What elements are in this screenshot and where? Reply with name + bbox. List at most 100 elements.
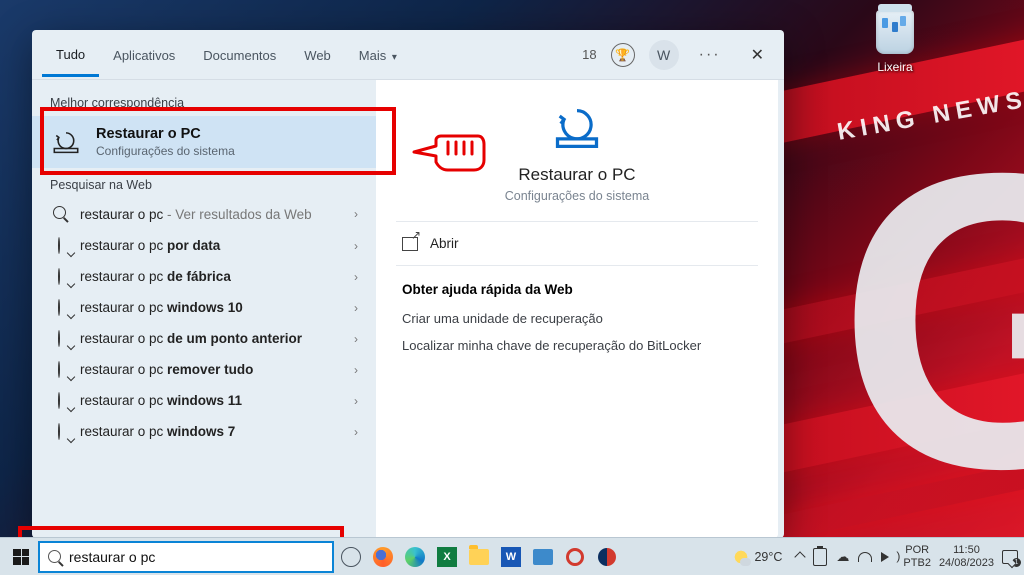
best-match-title: Restaurar o PC (96, 126, 235, 142)
wallpaper-letter: G (837, 80, 1024, 563)
tray-overflow-icon[interactable] (795, 551, 806, 562)
edge-icon (405, 547, 425, 567)
cortana-icon (341, 547, 361, 567)
web-result[interactable]: restaurar o pc windows 11 › (32, 385, 376, 416)
clock-date: 24/08/2023 (939, 557, 994, 570)
recycle-bin[interactable]: Lixeira (862, 10, 928, 76)
snip-app[interactable] (528, 542, 558, 572)
excel-icon: X (437, 547, 457, 567)
best-match-subtitle: Configurações do sistema (96, 144, 235, 158)
start-button[interactable] (6, 542, 36, 572)
best-match-heading: Melhor correspondência (32, 86, 376, 116)
web-result-text: restaurar o pc - Ver resultados da Web (80, 207, 342, 222)
search-field[interactable] (69, 549, 324, 565)
history-icon (50, 424, 68, 439)
desktop: G KING NEWS// Lixeira Tudo Aplicativos D… (0, 0, 1024, 575)
web-result[interactable]: restaurar o pc windows 10 › (32, 292, 376, 323)
clock[interactable]: 11:50 24/08/2023 (939, 544, 994, 569)
restore-pc-icon (50, 129, 82, 155)
excel-app[interactable]: X (432, 542, 462, 572)
snip-icon (533, 549, 553, 565)
system-tray: ☁ (790, 548, 895, 566)
open-action[interactable]: Abrir (376, 222, 778, 265)
recycle-bin-icon (876, 10, 914, 54)
search-tabs: Tudo Aplicativos Documentos Web Mais ▾ 1… (32, 30, 784, 80)
web-result[interactable]: restaurar o pc de um ponto anterior › (32, 323, 376, 354)
web-result[interactable]: restaurar o pc por data› (32, 230, 376, 261)
best-match-result[interactable]: Restaurar o PC Configurações do sistema (32, 116, 376, 168)
word-icon: W (501, 547, 521, 567)
web-result-text: restaurar o pc windows 10 (80, 300, 342, 315)
weather-temp: 29°C (754, 550, 782, 564)
task-view-button[interactable] (336, 542, 366, 572)
tab-apps[interactable]: Aplicativos (99, 34, 189, 75)
chevron-down-icon: ▾ (392, 52, 397, 63)
onedrive-icon[interactable]: ☁ (836, 549, 849, 565)
chevron-right-icon: › (354, 207, 358, 221)
opera-icon (598, 548, 616, 566)
weather-icon (733, 549, 749, 565)
search-flyout: Tudo Aplicativos Documentos Web Mais ▾ 1… (32, 30, 784, 538)
more-options-icon[interactable]: ··· (693, 46, 727, 64)
history-icon (50, 269, 68, 284)
web-result-text: restaurar o pc de um ponto anterior (80, 331, 342, 346)
firefox-icon (373, 547, 393, 567)
firefox-app[interactable] (368, 542, 398, 572)
help-link[interactable]: Criar uma unidade de recuperação (376, 305, 778, 332)
chevron-right-icon: › (354, 363, 358, 377)
recycle-bin-label: Lixeira (877, 60, 912, 74)
detail-subtitle: Configurações do sistema (396, 189, 758, 203)
history-icon (50, 238, 68, 253)
search-icon (50, 206, 68, 222)
rewards-points: 18 (582, 47, 596, 62)
open-icon (402, 237, 418, 251)
notifications-icon[interactable]: 1 (1002, 550, 1018, 564)
search-input[interactable] (38, 541, 334, 573)
tab-web[interactable]: Web (290, 34, 345, 75)
web-result[interactable]: restaurar o pc de fábrica › (32, 261, 376, 292)
language-indicator[interactable]: POR PTB2 (903, 544, 931, 568)
web-search-heading: Pesquisar na Web (32, 168, 376, 198)
tab-more[interactable]: Mais ▾ (345, 34, 411, 75)
help-link[interactable]: Localizar minha chave de recuperação do … (376, 332, 778, 359)
office-app[interactable] (560, 542, 590, 572)
chevron-right-icon: › (354, 301, 358, 315)
wifi-icon[interactable] (858, 552, 872, 562)
chevron-right-icon: › (354, 332, 358, 346)
explorer-app[interactable] (464, 542, 494, 572)
chevron-right-icon: › (354, 394, 358, 408)
chevron-right-icon: › (354, 270, 358, 284)
open-label: Abrir (430, 236, 459, 251)
tab-documents[interactable]: Documentos (189, 34, 290, 75)
web-result-text: restaurar o pc remover tudo (80, 362, 342, 377)
close-icon[interactable]: ✕ (741, 45, 774, 65)
chevron-right-icon: › (354, 239, 358, 253)
taskbar: X W 29°C ☁ POR PTB2 11:50 24 (0, 537, 1024, 575)
tab-all[interactable]: Tudo (42, 33, 99, 77)
history-icon (50, 362, 68, 377)
web-result[interactable]: restaurar o pc windows 7 › (32, 416, 376, 447)
history-icon (50, 300, 68, 315)
history-icon (50, 393, 68, 408)
weather-widget[interactable]: 29°C (733, 549, 782, 565)
web-result[interactable]: restaurar o pc - Ver resultados da Web › (32, 198, 376, 230)
windows-icon (13, 549, 29, 565)
edge-app[interactable] (400, 542, 430, 572)
avatar[interactable]: W (649, 40, 679, 70)
results-column: Melhor correspondência Restaurar o PC Co… (32, 80, 376, 538)
word-app[interactable]: W (496, 542, 526, 572)
clipboard-icon[interactable] (813, 548, 827, 566)
clock-time: 11:50 (939, 544, 994, 557)
web-result-text: restaurar o pc windows 11 (80, 393, 342, 408)
web-result[interactable]: restaurar o pc remover tudo › (32, 354, 376, 385)
web-result-text: restaurar o pc windows 7 (80, 424, 342, 439)
speaker-icon[interactable] (881, 552, 889, 562)
pointing-hand-icon (408, 128, 488, 178)
chevron-right-icon: › (354, 425, 358, 439)
web-result-text: restaurar o pc de fábrica (80, 269, 342, 284)
help-heading: Obter ajuda rápida da Web (376, 266, 778, 305)
trophy-icon[interactable]: 🏆 (611, 43, 635, 67)
folder-icon (469, 549, 489, 565)
office-icon (566, 548, 584, 566)
opera-app[interactable] (592, 542, 622, 572)
